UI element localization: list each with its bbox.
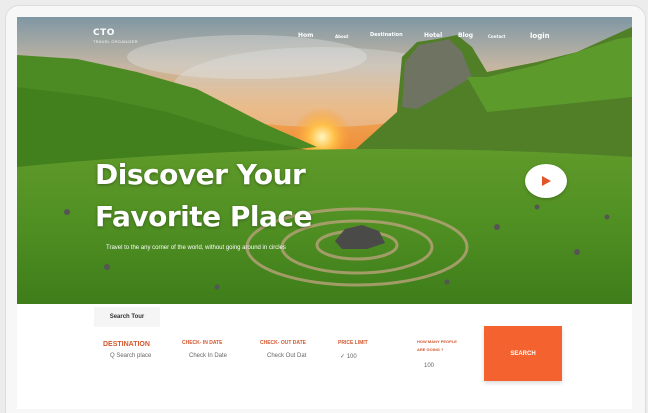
- nav-item-blog[interactable]: Blog: [458, 32, 473, 39]
- nav-item-contact[interactable]: Contact: [488, 34, 505, 39]
- hero-headline-line-1: Discover Your: [95, 158, 306, 191]
- check-in-date-input[interactable]: Check In Date: [189, 353, 227, 359]
- hero-subtitle: Travel to the any corner of the world, w…: [106, 245, 286, 251]
- play-icon: [542, 176, 551, 186]
- destination-label: DESTINATION: [103, 341, 150, 348]
- nav-item-home[interactable]: Hom: [298, 32, 313, 39]
- play-video-button[interactable]: [525, 164, 567, 198]
- hero-banner: CTO TRAVEL ORGANIZER Hom About Destinati…: [17, 17, 632, 304]
- check-in-label: CHECK- IN DATE: [182, 340, 223, 346]
- hero-headline-line-2: Favorite Place: [95, 200, 313, 233]
- nav-item-about[interactable]: About: [335, 34, 348, 39]
- people-label-line-1: HOW MANY PEOPLE: [417, 339, 457, 344]
- destination-search-input[interactable]: Q Search place: [110, 353, 151, 359]
- check-out-date-input[interactable]: Check Out Dat: [267, 353, 306, 359]
- search-button[interactable]: SEARCH: [484, 326, 562, 381]
- people-label-line-2: ARE GOING ?: [417, 347, 444, 352]
- hero-headline: Discover Your Favorite Place: [95, 154, 375, 238]
- price-limit-select[interactable]: ✓ 100: [340, 353, 357, 360]
- tab-search-tour[interactable]: Search Tour: [94, 307, 160, 327]
- people-count-input[interactable]: 100: [424, 363, 434, 369]
- price-limit-label: PRICE LIMIT: [338, 340, 368, 346]
- nav-item-destination[interactable]: Destination: [370, 32, 403, 38]
- nav-item-hotel[interactable]: Hotel: [424, 32, 442, 39]
- tour-search-panel: Search Tour DESTINATION Q Search place C…: [17, 304, 632, 409]
- check-out-label: CHECK- OUT DATE: [260, 340, 307, 346]
- nav-item-login[interactable]: login: [530, 32, 550, 40]
- main-nav: Hom About Destination Hotel Blog Contact…: [17, 32, 632, 42]
